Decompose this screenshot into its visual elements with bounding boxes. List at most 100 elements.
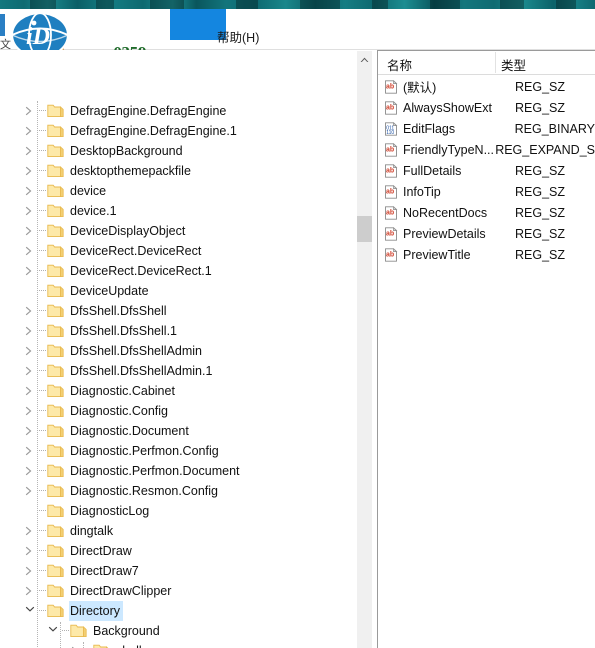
string-value-icon: ab: [384, 100, 398, 115]
tree-item-devicerect-devicerect[interactable]: DeviceRect.DeviceRect: [0, 241, 357, 261]
tree-item-background[interactable]: Background: [0, 621, 357, 641]
chevron-right-icon[interactable]: [22, 141, 38, 161]
chevron-right-icon[interactable]: [22, 401, 38, 421]
value-row[interactable]: ab AlwaysShowExt REG_SZ: [378, 97, 595, 118]
tree-item-diagnostic-document[interactable]: Diagnostic.Document: [0, 421, 357, 441]
tree-item-dfsshell-dfsshell[interactable]: DfsShell.DfsShell: [0, 301, 357, 321]
tree-item-dingtalk[interactable]: dingtalk: [0, 521, 357, 541]
chevron-right-icon[interactable]: [22, 161, 38, 181]
chevron-right-icon[interactable]: [22, 541, 38, 561]
chevron-right-icon[interactable]: [68, 641, 84, 648]
registry-tree-list[interactable]: DefragEngine.DefragEngine DefragEngine.De…: [0, 101, 357, 648]
tree-item-label: DeviceUpdate: [70, 284, 149, 298]
tree-connector: [38, 381, 47, 401]
value-type: REG_SZ: [515, 205, 566, 220]
folder-icon: [47, 164, 64, 178]
chevron-right-icon[interactable]: [22, 221, 38, 241]
column-header-type[interactable]: 类型: [501, 55, 526, 74]
value-row[interactable]: ab NoRecentDocs REG_SZ: [378, 202, 595, 223]
chevron-right-icon[interactable]: [22, 381, 38, 401]
value-row[interactable]: ab FriendlyTypeN... REG_EXPAND_S: [378, 139, 595, 160]
tree-item-devicedisplayobject[interactable]: DeviceDisplayObject: [0, 221, 357, 241]
tree-item-devicerect-devicerect-1[interactable]: DeviceRect.DeviceRect.1: [0, 261, 357, 281]
tree-connector: [38, 461, 47, 481]
menu-item-help[interactable]: 帮助(H): [217, 27, 259, 46]
chevron-right-icon[interactable]: [22, 341, 38, 361]
tree-item-directdraw[interactable]: DirectDraw: [0, 541, 357, 561]
tree-item-shell[interactable]: shell: [0, 641, 357, 648]
tree-item-dfsshell-dfsshell-1[interactable]: DfsShell.DfsShell.1: [0, 321, 357, 341]
chevron-right-icon[interactable]: [22, 521, 38, 541]
svg-text:ab: ab: [386, 188, 394, 195]
svg-text:ab: ab: [386, 167, 394, 174]
value-row[interactable]: ab InfoTip REG_SZ: [378, 181, 595, 202]
chevron-up-icon[interactable]: [357, 51, 372, 68]
chevron-right-icon[interactable]: [22, 261, 38, 281]
chevron-right-icon[interactable]: [22, 561, 38, 581]
tree-item-desktopbackground[interactable]: DesktopBackground: [0, 141, 357, 161]
tree-item-label: DiagnosticLog: [70, 504, 150, 518]
chevron-right-icon[interactable]: [22, 441, 38, 461]
tree-item-defragengine-defragengine[interactable]: DefragEngine.DefragEngine: [0, 101, 357, 121]
scrollbar-thumb[interactable]: [357, 216, 372, 242]
chevron-right-icon[interactable]: [22, 101, 38, 121]
tree-connector: [38, 521, 47, 541]
tree-item-deviceupdate[interactable]: DeviceUpdate: [0, 281, 357, 301]
tree-item-device[interactable]: device: [0, 181, 357, 201]
value-type: REG_SZ: [515, 226, 566, 241]
chevron-right-icon[interactable]: [22, 301, 38, 321]
chevron-right-icon[interactable]: [22, 181, 38, 201]
value-name: FullDetails: [403, 163, 462, 178]
chevron-down-icon[interactable]: [45, 621, 61, 641]
chevron-right-icon[interactable]: [22, 321, 38, 341]
tree-item-diagnostic-config[interactable]: Diagnostic.Config: [0, 401, 357, 421]
tree-item-label: DfsShell.DfsShellAdmin.1: [70, 364, 213, 378]
registry-values-list[interactable]: ab (默认) REG_SZ ab AlwaysShowExt REG_SZ 011 110 E…: [378, 76, 595, 265]
tree-item-directory[interactable]: Directory: [0, 601, 357, 621]
tree-item-directdrawclipper[interactable]: DirectDrawClipper: [0, 581, 357, 601]
tree-item-directdraw7[interactable]: DirectDraw7: [0, 561, 357, 581]
tree-item-label: Diagnostic.Perfmon.Document: [70, 464, 240, 478]
tree-item-dfsshell-dfsshelladmin[interactable]: DfsShell.DfsShellAdmin: [0, 341, 357, 361]
column-header-name[interactable]: 名称: [387, 55, 412, 74]
tree-vertical-scrollbar[interactable]: [357, 51, 372, 648]
tree-item-diagnostic-resmon-config[interactable]: Diagnostic.Resmon.Config: [0, 481, 357, 501]
column-header-divider[interactable]: [495, 52, 496, 73]
folder-icon: [47, 584, 64, 598]
value-row[interactable]: 011 110 EditFlags REG_BINARY: [378, 118, 595, 139]
svg-text:ab: ab: [386, 104, 394, 111]
tree-item-label: DeviceDisplayObject: [70, 224, 186, 238]
chevron-right-icon[interactable]: [22, 121, 38, 141]
value-row[interactable]: ab PreviewTitle REG_SZ: [378, 244, 595, 265]
value-name: EditFlags: [403, 121, 456, 136]
tree-item-label: Diagnostic.Document: [70, 424, 189, 438]
string-value-icon: ab: [384, 205, 398, 220]
tree-item-diagnostic-perfmon-config[interactable]: Diagnostic.Perfmon.Config: [0, 441, 357, 461]
chevron-right-icon[interactable]: [22, 581, 38, 601]
string-value-icon: ab: [384, 79, 398, 94]
chevron-right-icon[interactable]: [22, 481, 38, 501]
value-name: (默认): [403, 81, 437, 95]
chevron-right-icon[interactable]: [22, 361, 38, 381]
tree-item-diagnosticlog[interactable]: DiagnosticLog: [0, 501, 357, 521]
chevron-right-icon[interactable]: [22, 461, 38, 481]
tree-item-device-1[interactable]: device.1: [0, 201, 357, 221]
svg-text:ab: ab: [386, 146, 394, 153]
panel-splitter[interactable]: [372, 50, 376, 648]
tree-item-diagnostic-cabinet[interactable]: Diagnostic.Cabinet: [0, 381, 357, 401]
value-row[interactable]: ab (默认) REG_SZ: [378, 76, 595, 97]
registry-tree-panel: DefragEngine.DefragEngine DefragEngine.De…: [0, 50, 372, 648]
chevron-right-icon[interactable]: [22, 241, 38, 261]
tree-item-diagnostic-perfmon-document[interactable]: Diagnostic.Perfmon.Document: [0, 461, 357, 481]
tree-item-dfsshell-dfsshelladmin-1[interactable]: DfsShell.DfsShellAdmin.1: [0, 361, 357, 381]
string-value-icon: ab: [384, 184, 398, 199]
value-row[interactable]: ab PreviewDetails REG_SZ: [378, 223, 595, 244]
tree-item-defragengine-defragengine-1[interactable]: DefragEngine.DefragEngine.1: [0, 121, 357, 141]
tree-item-label: DeviceRect.DeviceRect.1: [70, 264, 212, 278]
chevron-right-icon[interactable]: [22, 421, 38, 441]
chevron-down-icon[interactable]: [22, 601, 38, 621]
chevron-right-icon[interactable]: [22, 201, 38, 221]
tree-item-desktopthemepackfile[interactable]: desktopthemepackfile: [0, 161, 357, 181]
value-row[interactable]: ab FullDetails REG_SZ: [378, 160, 595, 181]
